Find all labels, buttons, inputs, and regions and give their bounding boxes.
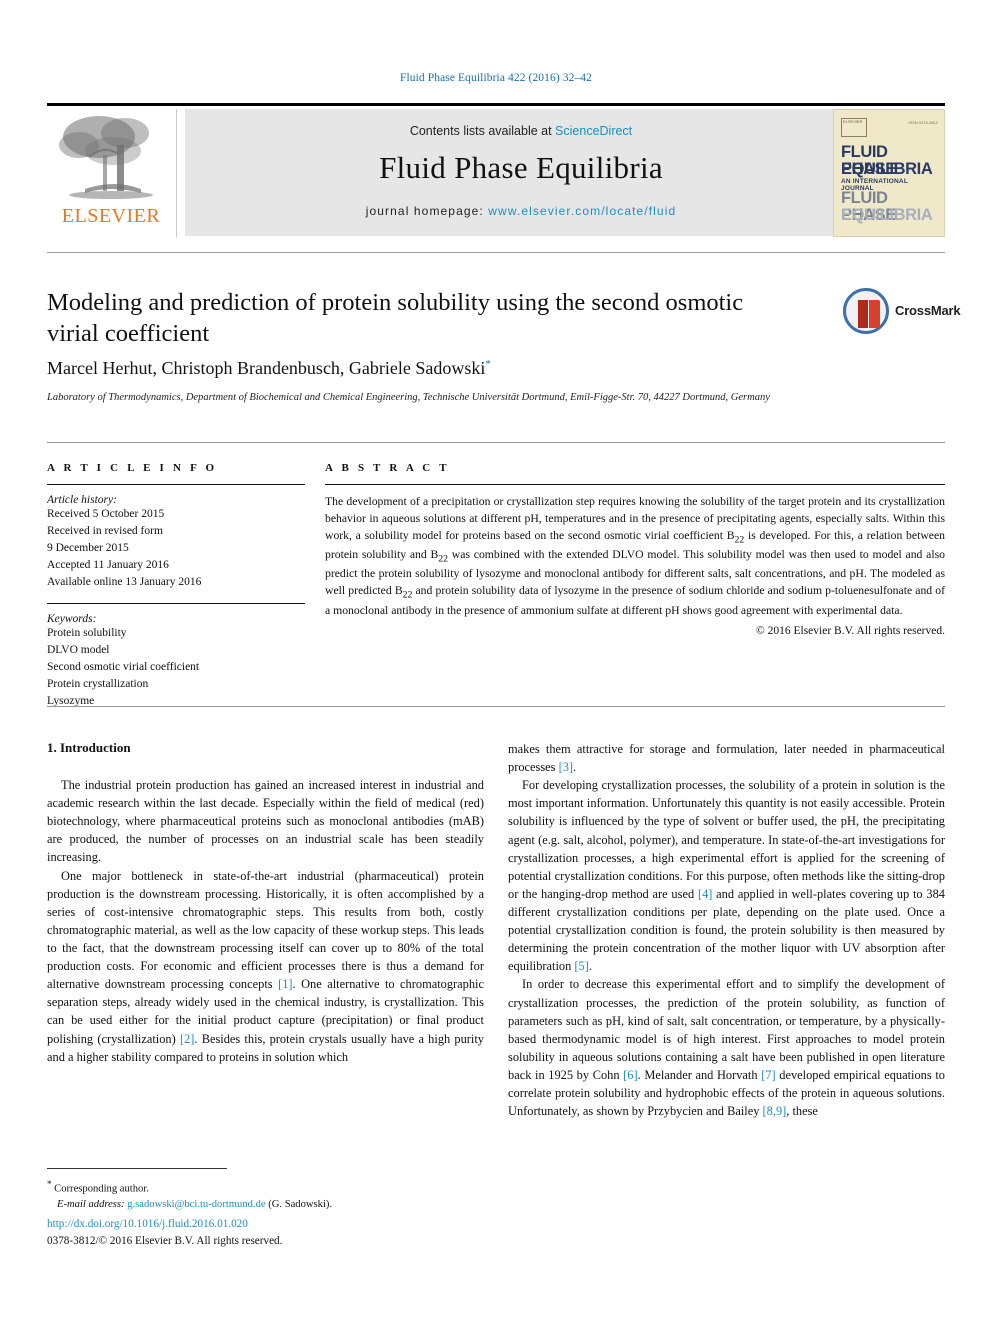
keyword-item: DLVO model xyxy=(47,644,110,657)
citation-ref-2[interactable]: [2] xyxy=(180,1032,194,1046)
paragraph: The industrial protein production has ga… xyxy=(47,778,484,865)
running-head: Fluid Phase Equilibria 422 (2016) 32–42 xyxy=(399,72,593,84)
journal-homepage-link[interactable]: www.elsevier.com/locate/fluid xyxy=(488,204,676,218)
abstract-heading: A B S T R A C T xyxy=(325,462,450,474)
cover-title-line-5: EQUILIBRIA xyxy=(841,206,933,224)
elsevier-wordmark: ELSEVIER xyxy=(61,205,161,227)
paragraph-text: For developing crystallization processes… xyxy=(508,778,945,901)
issn-copyright-line: 0378-3812/© 2016 Elsevier B.V. All right… xyxy=(47,1235,283,1248)
info-abstract-rule xyxy=(47,442,945,443)
paragraph: makes them attractive for storage and fo… xyxy=(508,740,945,776)
abstract-text: The development of a precipitation or cr… xyxy=(325,494,945,619)
journal-title: Fluid Phase Equilibria xyxy=(379,150,663,185)
masthead-center-band: Contents lists available at ScienceDirec… xyxy=(185,109,857,236)
article-title: Modeling and prediction of protein solub… xyxy=(47,289,744,347)
paragraph-text: , these xyxy=(786,1104,818,1119)
journal-masthead: ELSEVIER Contents lists available at Sci… xyxy=(47,103,945,238)
keywords-block: Keywords: Protein solubility DLVO model … xyxy=(47,613,305,710)
citation-ref-4[interactable]: [4] xyxy=(698,887,712,901)
history-item: Accepted 11 January 2016 xyxy=(47,559,169,572)
masthead-top-rule xyxy=(47,103,945,106)
corresponding-author-marker: * xyxy=(485,358,491,370)
elsevier-tree-icon xyxy=(59,116,153,199)
crossmark-label: CrossMark xyxy=(895,303,961,318)
elsevier-logo: ELSEVIER xyxy=(47,109,175,237)
cover-issn-note: ISSN 0378-3812 xyxy=(908,120,938,125)
article-info-column: A R T I C L E I N F O Article history: R… xyxy=(47,462,305,710)
crossmark-badge[interactable]: CrossMark xyxy=(843,288,961,338)
journal-cover-thumbnail: ELSEVIER ISSN 0378-3812 FLUID PHASE EQUI… xyxy=(833,109,945,237)
history-item: 9 December 2015 xyxy=(47,542,129,555)
masthead-divider xyxy=(176,109,177,237)
paragraph-text: One major bottleneck in state-of-the-art… xyxy=(47,868,484,992)
crossmark-book-icon xyxy=(858,300,880,328)
contents-prefix: Contents lists available at xyxy=(409,124,556,138)
paragraph-text: In order to decrease this experimental e… xyxy=(508,977,945,1082)
citation-ref-5[interactable]: [5] xyxy=(574,959,588,973)
email-link[interactable]: g.sadowski@bci.tu-dortmund.de xyxy=(127,1199,265,1210)
paragraph: For developing crystallization processes… xyxy=(508,776,945,975)
body-top-rule xyxy=(47,706,945,707)
paragraph: In order to decrease this experimental e… xyxy=(508,975,945,1120)
author-affiliation: Laboratory of Thermodynamics, Department… xyxy=(47,392,770,403)
paper-page: Fluid Phase Equilibria 422 (2016) 32–42 … xyxy=(0,0,992,1323)
keyword-item: Second osmotic virial coefficient xyxy=(47,661,200,674)
title-section-rule xyxy=(47,252,945,253)
paragraph-text: . xyxy=(588,959,592,974)
email-owner: (G. Sadowski). xyxy=(268,1199,333,1211)
keyword-item: Protein crystallization xyxy=(47,678,149,691)
article-info-heading: A R T I C L E I N F O xyxy=(47,462,218,474)
contents-available-line: Contents lists available at ScienceDirec… xyxy=(185,124,857,138)
abstract-copyright: © 2016 Elsevier B.V. All rights reserved… xyxy=(756,625,945,638)
keywords-rule xyxy=(47,603,305,605)
doi-link[interactable]: http://dx.doi.org/10.1016/j.fluid.2016.0… xyxy=(47,1216,547,1233)
cover-elsevier-mark: ELSEVIER xyxy=(841,118,867,137)
abstract-subscript-1: 22 xyxy=(734,534,745,546)
crossmark-circle-icon xyxy=(843,288,889,334)
corresponding-star-icon: * xyxy=(47,1179,52,1189)
citation-ref-6[interactable]: [6] xyxy=(623,1068,637,1082)
email-label: E-mail address: xyxy=(57,1199,125,1211)
footnote-rule xyxy=(47,1168,227,1169)
abstract-subscript-3: 22 xyxy=(402,589,413,601)
doi-footer: http://dx.doi.org/10.1016/j.fluid.2016.0… xyxy=(47,1216,547,1251)
cover-title-line-2: EQUILIBRIA xyxy=(841,160,933,178)
journal-homepage-line: journal homepage: www.elsevier.com/locat… xyxy=(185,204,857,218)
sciencedirect-link[interactable]: ScienceDirect xyxy=(555,124,632,138)
body-column-right: makes them attractive for storage and fo… xyxy=(508,740,945,1120)
footnote-block: * Corresponding author. E-mail address: … xyxy=(47,1178,484,1213)
abstract-part-4: and protein solubility data of lysozyme … xyxy=(325,584,945,617)
history-item: Received 5 October 2015 xyxy=(47,508,165,520)
citation-ref-7[interactable]: [7] xyxy=(761,1068,775,1082)
section-heading-introduction: 1. Introduction xyxy=(47,740,131,755)
article-info-rule xyxy=(47,484,305,485)
corresponding-author-note: Corresponding author. xyxy=(54,1183,149,1195)
body-column-left: 1. Introduction The industrial protein p… xyxy=(47,740,484,1066)
citation-ref-8-9[interactable]: [8,9] xyxy=(763,1104,787,1118)
keywords-label: Keywords: xyxy=(47,613,97,626)
article-history-label: Article history: xyxy=(47,494,117,506)
author-list: Marcel Herhut, Christoph Brandenbusch, G… xyxy=(47,358,787,379)
citation-ref-1[interactable]: [1] xyxy=(278,977,292,991)
paragraph: One major bottleneck in state-of-the-art… xyxy=(47,867,484,1066)
abstract-subscript-2: 22 xyxy=(438,553,449,565)
abstract-column: A B S T R A C T The development of a pre… xyxy=(325,462,945,637)
history-item: Received in revised form xyxy=(47,525,163,538)
history-item: Available online 13 January 2016 xyxy=(47,576,202,589)
keyword-item: Lysozyme xyxy=(47,695,95,708)
abstract-rule xyxy=(325,484,945,485)
paragraph-text: . Melander and Horvath xyxy=(637,1067,762,1082)
homepage-prefix: journal homepage: xyxy=(365,204,489,218)
keyword-item: Protein solubility xyxy=(47,627,127,640)
paragraph-text: . xyxy=(573,760,577,775)
author-names: Marcel Herhut, Christoph Brandenbusch, G… xyxy=(47,358,486,378)
citation-ref-3[interactable]: [3] xyxy=(559,760,573,774)
